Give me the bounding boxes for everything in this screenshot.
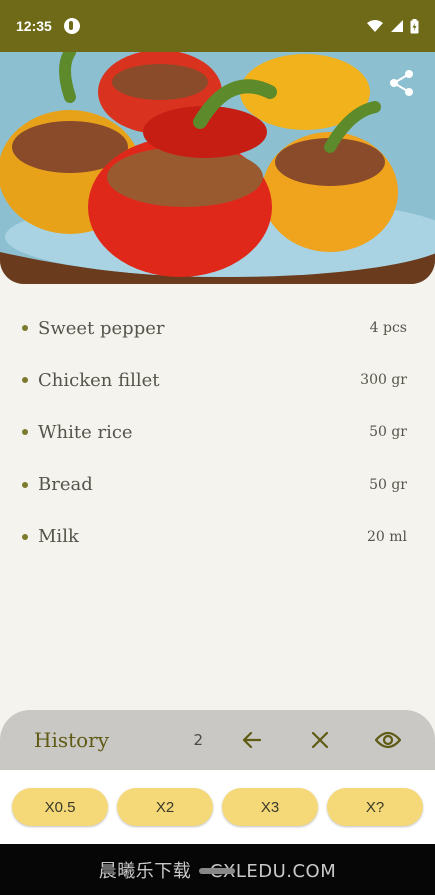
ingredient-name: Chicken fillet xyxy=(38,369,160,391)
status-bar: 12:35 xyxy=(0,0,435,52)
share-icon xyxy=(390,70,413,96)
status-time: 12:35 xyxy=(16,18,52,34)
navigation-bar: 晨曦乐下载 · CXLEDU.COM xyxy=(0,844,435,895)
ingredient-name: White rice xyxy=(38,421,133,443)
history-view-button[interactable] xyxy=(371,723,405,757)
status-icons xyxy=(366,18,419,34)
list-item: Bread 50 gr xyxy=(0,459,435,511)
bullet-icon xyxy=(22,377,28,384)
ingredients-list: Sweet pepper 4 pcs Chicken fillet 300 gr… xyxy=(0,302,435,563)
list-item: Milk 20 ml xyxy=(0,511,435,563)
arrow-left-icon xyxy=(242,731,262,749)
multiplier-row: X0.5 X2 X3 X? xyxy=(0,770,435,844)
ingredient-name: Sweet pepper xyxy=(38,317,165,339)
home-pill[interactable] xyxy=(199,868,235,874)
ingredient-amount: 4 pcs xyxy=(369,320,407,337)
recipe-hero-image xyxy=(0,52,435,284)
history-panel: History 2 xyxy=(0,710,435,770)
multiply-custom-button[interactable]: X? xyxy=(327,788,423,826)
list-item: Chicken fillet 300 gr xyxy=(0,354,435,406)
ingredient-name: Bread xyxy=(38,474,93,496)
signal-icon xyxy=(391,20,403,32)
bullet-icon xyxy=(22,481,28,488)
multiply-half-button[interactable]: X0.5 xyxy=(12,788,108,826)
app-icon xyxy=(63,18,80,34)
bullet-icon xyxy=(22,429,28,436)
stuffed-peppers-photo xyxy=(0,52,435,284)
eye-icon xyxy=(375,731,401,749)
ingredient-amount: 50 gr xyxy=(369,424,407,441)
multiply-3-button[interactable]: X3 xyxy=(222,788,318,826)
history-count: 2 xyxy=(193,731,203,749)
list-item: White rice 50 gr xyxy=(0,406,435,458)
ingredient-amount: 20 ml xyxy=(366,528,407,545)
share-button[interactable] xyxy=(385,66,419,100)
ingredient-amount: 300 gr xyxy=(360,372,407,389)
close-icon xyxy=(311,731,329,749)
ingredient-name: Milk xyxy=(38,526,79,548)
wifi-icon xyxy=(367,20,383,32)
ingredient-amount: 50 gr xyxy=(369,476,407,493)
bullet-icon xyxy=(22,533,28,540)
history-label: History xyxy=(34,728,110,752)
history-back-button[interactable] xyxy=(235,723,269,757)
history-clear-button[interactable] xyxy=(303,723,337,757)
bullet-icon xyxy=(22,325,28,332)
list-item: Sweet pepper 4 pcs xyxy=(0,302,435,354)
multiply-2-button[interactable]: X2 xyxy=(117,788,213,826)
battery-icon xyxy=(410,18,419,33)
